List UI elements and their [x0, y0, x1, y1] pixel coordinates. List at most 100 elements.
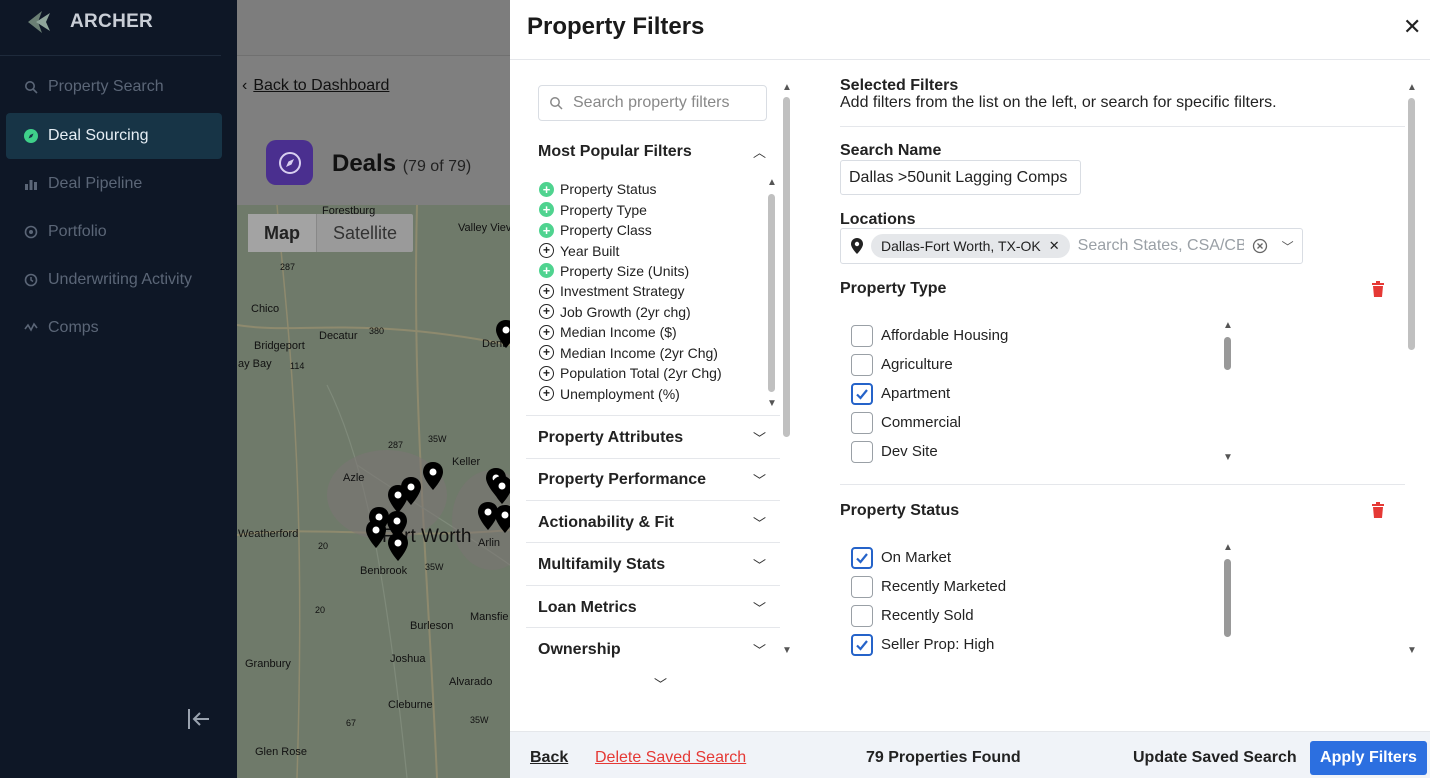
checkbox-checked[interactable] — [851, 546, 873, 569]
chevron-down-icon: ﹀ — [752, 516, 766, 531]
sidebar-item-portfolio[interactable]: Portfolio — [6, 209, 222, 255]
delete-saved-search-button[interactable]: Delete Saved Search — [595, 749, 746, 767]
checkbox-option[interactable]: Recently Sold — [851, 601, 1006, 630]
checkbox-option[interactable]: Recently Marketed — [851, 572, 1006, 601]
popular-filter-item[interactable]: + Property Size (Units) — [539, 261, 759, 281]
sidebar-item-underwriting-activity[interactable]: Underwriting Activity — [6, 257, 222, 303]
map-label: Azle — [343, 472, 365, 484]
more-sections-chevron-icon[interactable]: ﹀ — [654, 674, 667, 693]
section-property-performance[interactable]: Property Performance ﹀ — [538, 470, 768, 489]
back-button[interactable]: Back — [530, 749, 568, 767]
filter-search-input[interactable]: Search property filters — [538, 85, 767, 121]
map-label: Mansfie — [470, 611, 509, 623]
checkbox-option[interactable]: Apartment — [851, 379, 1008, 408]
collapse-sidebar-icon[interactable] — [186, 706, 212, 732]
map-label: Burleson — [410, 620, 454, 632]
filter-label: Job Growth (2yr chg) — [560, 303, 691, 320]
popular-filter-item[interactable]: + Job Growth (2yr chg) — [539, 302, 759, 322]
clear-icon[interactable] — [1252, 238, 1268, 254]
checkbox-checked[interactable] — [851, 382, 873, 405]
sidebar-item-deal-sourcing[interactable]: Deal Sourcing — [6, 113, 222, 159]
update-saved-search-button[interactable]: Update Saved Search — [1133, 749, 1297, 767]
tab-satellite[interactable]: Satellite — [316, 214, 413, 252]
close-icon[interactable]: ✕ — [1403, 14, 1421, 40]
map-pin-icon[interactable] — [423, 462, 443, 490]
popular-filter-item[interactable]: + Property Status — [539, 179, 759, 199]
popular-filter-item[interactable]: + Year Built — [539, 240, 759, 260]
remove-chip-icon[interactable]: ✕ — [1049, 238, 1060, 254]
trash-icon[interactable] — [1371, 281, 1385, 297]
sidebar-item-deal-pipeline[interactable]: Deal Pipeline — [6, 161, 222, 207]
property-type-options: Affordable Housing Agriculture Apartment… — [851, 321, 1008, 466]
property-status-label: Property Status — [840, 502, 960, 519]
checkbox-option[interactable]: Affordable Housing — [851, 321, 1008, 350]
property-type-scrollbar[interactable] — [1224, 337, 1231, 370]
section-ownership[interactable]: Ownership ﹀ — [538, 640, 768, 659]
left-column-scrollbar[interactable] — [783, 97, 790, 437]
scroll-up-arrow[interactable]: ▲ — [782, 82, 792, 93]
back-to-dashboard-link[interactable]: ‹ Back to Dashboard — [242, 77, 389, 95]
map-pin-icon[interactable] — [492, 476, 512, 504]
section-divider — [526, 458, 780, 459]
bar-chart-icon — [25, 180, 37, 190]
sidebar-item-property-search[interactable]: Property Search — [6, 64, 222, 110]
checkbox[interactable] — [851, 411, 873, 434]
sidebar-item-comps[interactable]: Comps — [6, 305, 222, 351]
tab-map[interactable]: Map — [248, 214, 316, 252]
popular-filter-item[interactable]: + Median Income (2yr Chg) — [539, 343, 759, 363]
scroll-down-arrow[interactable]: ▼ — [1407, 645, 1417, 656]
chevron-left-icon: ‹ — [242, 77, 248, 94]
map[interactable] — [237, 205, 510, 778]
scroll-down-arrow[interactable]: ▼ — [1223, 452, 1233, 463]
checkbox[interactable] — [851, 440, 873, 463]
checkbox-option[interactable]: Agriculture — [851, 350, 1008, 379]
checkbox-option[interactable]: On Market — [851, 543, 1006, 572]
scroll-down-arrow[interactable]: ▼ — [782, 645, 792, 656]
checkbox[interactable] — [851, 575, 873, 598]
popular-filter-item[interactable]: + Population Total (2yr Chg) — [539, 363, 759, 383]
scroll-up-arrow[interactable]: ▲ — [1223, 320, 1233, 331]
popular-filter-item[interactable]: + Property Type — [539, 199, 759, 219]
checkbox-option[interactable]: Seller Prop: High — [851, 630, 1006, 659]
checkbox-option[interactable]: Dev Site — [851, 437, 1008, 466]
property-status-scrollbar[interactable] — [1224, 559, 1231, 637]
locations-input[interactable]: Dallas-Fort Worth, TX-OK ✕ Search States… — [840, 228, 1303, 264]
activity-icon — [24, 322, 38, 332]
map-label: 20 — [318, 541, 329, 551]
popular-filter-item[interactable]: + Unemployment (%) — [539, 383, 759, 403]
section-multifamily-stats[interactable]: Multifamily Stats ﹀ — [538, 555, 768, 574]
checkbox[interactable] — [851, 324, 873, 347]
popular-filter-item[interactable]: + Property Class — [539, 220, 759, 240]
scroll-up-arrow[interactable]: ▲ — [1407, 82, 1417, 93]
trash-icon[interactable] — [1371, 502, 1385, 518]
map-pin-icon[interactable] — [366, 520, 386, 548]
scroll-down-arrow[interactable]: ▼ — [767, 398, 777, 409]
checkbox[interactable] — [851, 353, 873, 376]
search-name-input[interactable]: Dallas >50unit Lagging Comps — [840, 160, 1081, 195]
map-pin-icon[interactable] — [388, 485, 408, 513]
right-column-scrollbar[interactable] — [1408, 98, 1415, 350]
checkbox-checked[interactable] — [851, 633, 873, 656]
search-placeholder: Search property filters — [573, 94, 730, 111]
deals-title-text: Deals — [332, 150, 397, 177]
search-name-label: Search Name — [840, 142, 942, 159]
map-type-tabs: Map Satellite — [248, 214, 414, 252]
checkbox[interactable] — [851, 604, 873, 627]
section-property-attributes[interactable]: Property Attributes ﹀ — [538, 428, 768, 447]
popular-filter-item[interactable]: + Median Income ($) — [539, 322, 759, 342]
apply-filters-button[interactable]: Apply Filters — [1310, 741, 1427, 775]
popular-list-scrollbar[interactable] — [768, 194, 775, 392]
app-logo[interactable]: ARCHER — [26, 8, 153, 36]
location-chip[interactable]: Dallas-Fort Worth, TX-OK ✕ — [871, 234, 1070, 258]
checkbox-option[interactable]: Commercial — [851, 408, 1008, 437]
map-pin-icon[interactable] — [388, 533, 408, 561]
section-loan-metrics[interactable]: Loan Metrics ﹀ — [538, 598, 768, 617]
header-divider — [510, 59, 1430, 60]
popular-filter-item[interactable]: + Investment Strategy — [539, 281, 759, 301]
scroll-up-arrow[interactable]: ▲ — [767, 177, 777, 188]
section-actionability-fit[interactable]: Actionability & Fit ﹀ — [538, 513, 768, 532]
chevron-down-icon[interactable]: ﹀ — [1282, 238, 1294, 255]
section-most-popular[interactable]: Most Popular Filters ︿ — [538, 142, 768, 161]
back-link-label: Back to Dashboard — [253, 77, 390, 94]
scroll-up-arrow[interactable]: ▲ — [1223, 542, 1233, 553]
